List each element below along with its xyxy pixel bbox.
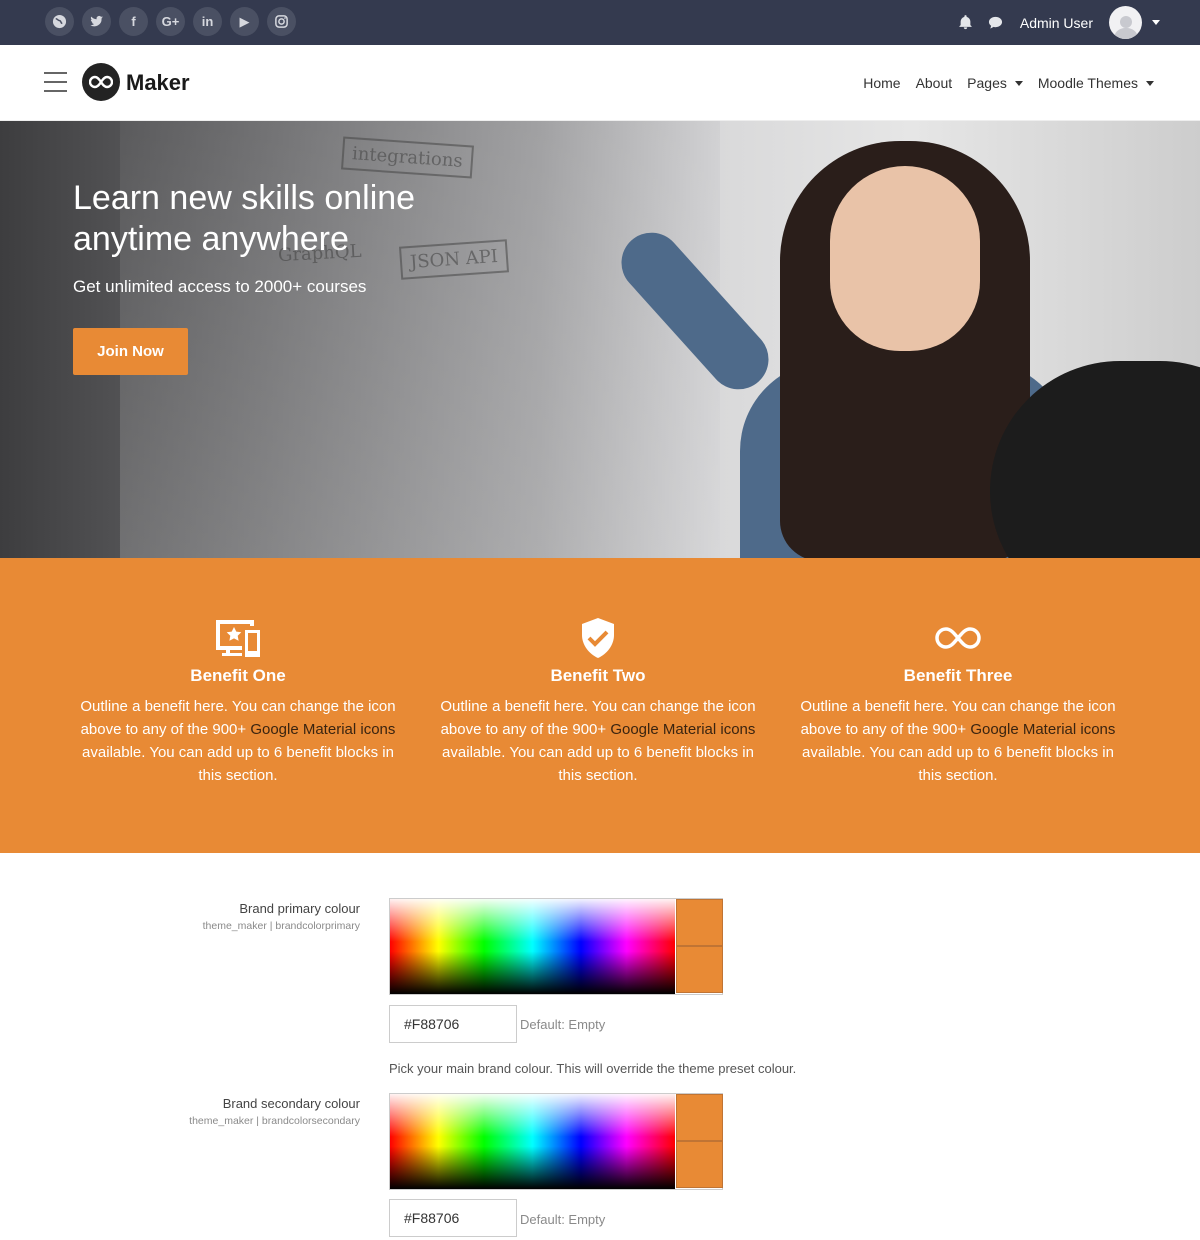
nav-links: Home About Pages Moodle Themes [863,45,1154,121]
brand-name[interactable]: Maker [126,70,190,96]
youtube-icon[interactable]: ▶ [230,7,259,36]
google-material-icons-link[interactable]: Google Material icons [970,721,1115,738]
current-color-swatch [676,899,723,946]
benefit-title: Benefit Three [903,666,1013,685]
setting-key: theme_maker | brandcolorsecondary [189,1115,360,1127]
menu-icon[interactable] [44,72,67,92]
benefit-title: Benefit Two [550,666,646,685]
preview-color-swatch [676,1141,723,1188]
avatar[interactable] [1109,6,1142,39]
secondary-default-value: Default: Empty [520,1212,606,1227]
primary-color-input[interactable]: #F88706 [389,1005,517,1043]
nav-pages[interactable]: Pages [967,75,1023,91]
color-spectrum[interactable] [390,1094,675,1189]
hero-subtitle: Get unlimited access to 2000+ courses [73,277,367,296]
benefit-text: Outline a benefit here. You can change t… [438,695,758,787]
benefits-section: Benefit One Outline a benefit here. You … [0,558,1200,853]
google-material-icons-link[interactable]: Google Material icons [610,721,755,738]
google-material-icons-link[interactable]: Google Material icons [250,721,395,738]
chat-icon[interactable] [988,15,1004,31]
chevron-down-icon[interactable] [1152,20,1160,25]
benefit-title: Benefit One [190,666,286,685]
verified-shield-icon [438,618,758,658]
setting-key: theme_maker | brandcolorprimary [202,920,360,932]
benefit-text-after: available. You can add up to 6 benefit b… [82,744,394,784]
top-bar: f G+ in ▶ Admin User [0,0,1200,45]
preview-color-swatch [676,946,723,993]
chevron-down-icon [1014,80,1023,86]
nav-home-label: Home [863,75,901,91]
nav-about[interactable]: About [916,75,953,91]
user-area: Admin User [958,0,1160,45]
join-now-button[interactable]: Join Now [73,328,188,375]
hero-person-face [830,166,980,351]
nav-pages-label: Pages [967,75,1007,91]
benefit-two: Benefit Two Outline a benefit here. You … [438,618,758,787]
secondary-color-picker[interactable] [389,1093,723,1190]
benefit-three: Benefit Three Outline a benefit here. Yo… [798,618,1118,787]
logo-icon[interactable] [82,63,120,101]
benefit-text: Outline a benefit here. You can change t… [798,695,1118,787]
facebook-icon[interactable]: f [119,7,148,36]
benefit-text-after: available. You can add up to 6 benefit b… [802,744,1114,784]
setting-secondary-label: Brand secondary colour theme_maker | bra… [189,1096,360,1127]
current-color-swatch [676,1094,723,1141]
benefit-text-after: available. You can add up to 6 benefit b… [442,744,754,784]
nav-moodle-themes-label: Moodle Themes [1037,75,1138,91]
nav-home[interactable]: Home [863,75,900,91]
globe-icon[interactable] [45,7,74,36]
twitter-icon[interactable] [82,7,111,36]
benefit-one: Benefit One Outline a benefit here. You … [78,618,398,787]
setting-primary-label: Brand primary colour theme_maker | brand… [203,901,360,932]
bell-icon[interactable] [958,15,974,31]
primary-default-value: Default: Empty [520,1017,606,1032]
color-spectrum[interactable] [390,899,675,994]
setting-title: Brand primary colour [239,901,360,916]
secondary-color-input[interactable]: #F88706 [389,1199,517,1237]
hero-title: Learn new skills online anytime anywhere [73,179,416,258]
username[interactable]: Admin User [1020,15,1093,31]
instagram-icon[interactable] [267,7,296,36]
infinity-icon [798,618,1118,658]
setting-title: Brand secondary colour [222,1096,360,1111]
chevron-down-icon [1146,80,1154,86]
primary-color-picker[interactable] [389,898,723,995]
primary-description: Pick your main brand colour. This will o… [389,1061,797,1076]
benefit-text: Outline a benefit here. You can change t… [78,695,398,787]
main-navbar: Maker Home About Pages Moodle Themes [0,45,1200,121]
social-links: f G+ in ▶ [45,7,296,36]
linkedin-icon[interactable]: in [193,7,222,36]
google-plus-icon[interactable]: G+ [156,7,185,36]
nav-moodle-themes[interactable]: Moodle Themes [1038,75,1154,91]
nav-about-label: About [915,75,953,91]
devices-icon [78,618,398,658]
